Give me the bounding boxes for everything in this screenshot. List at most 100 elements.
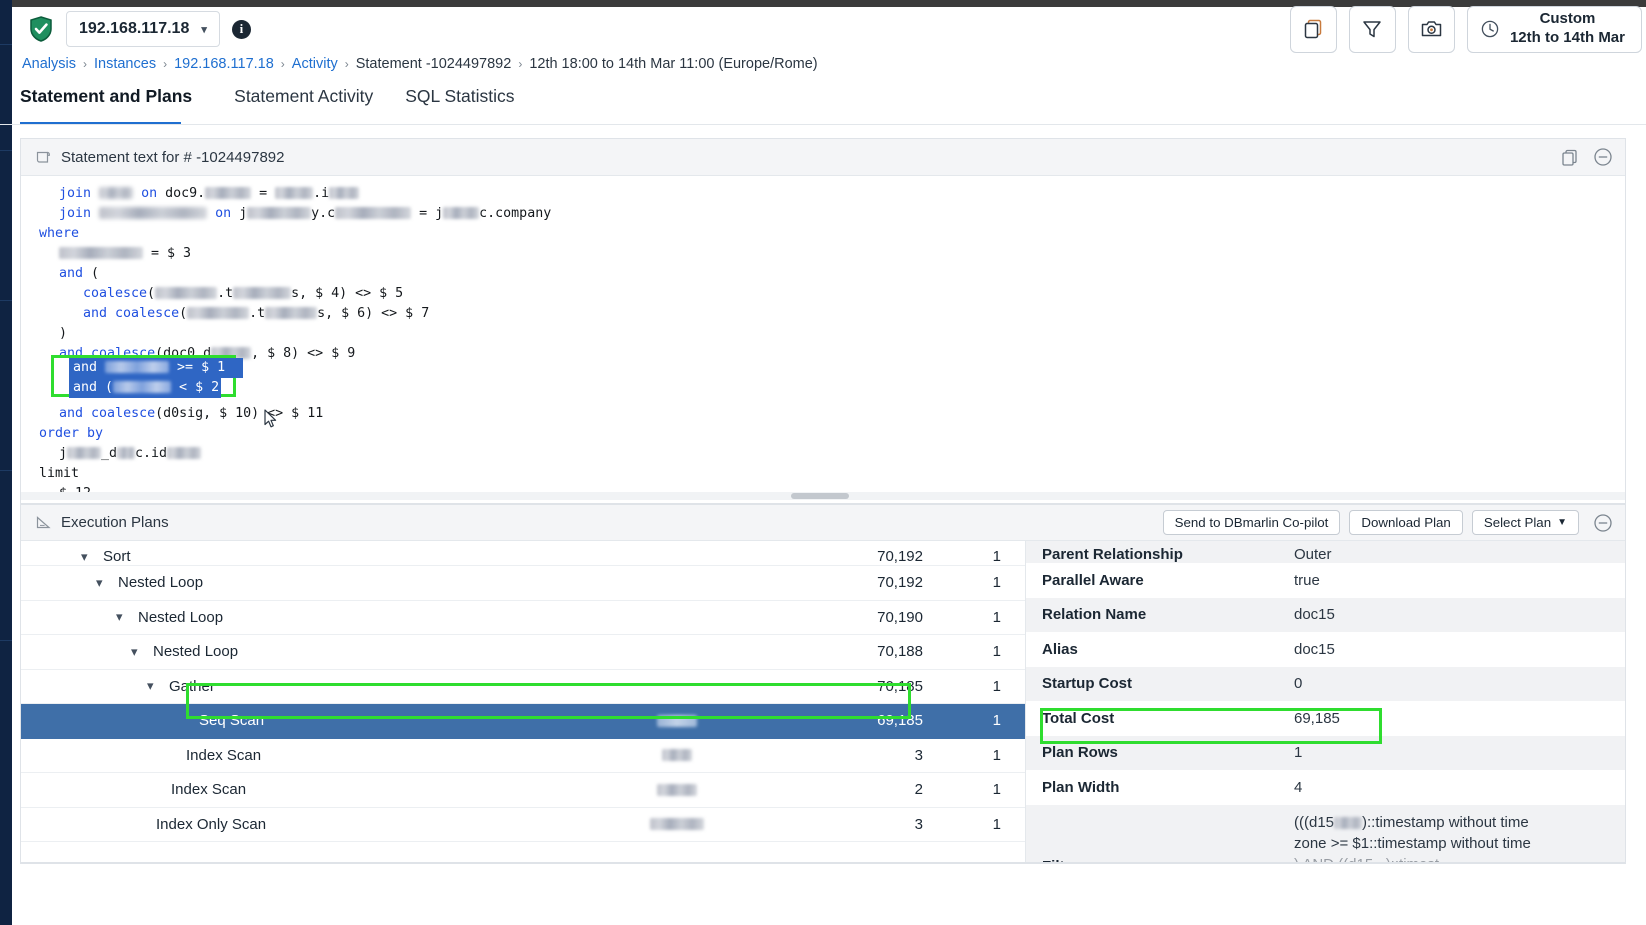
filter-button[interactable]	[1348, 5, 1396, 53]
detail-value: doc15	[1294, 606, 1335, 624]
plan-rows: 1	[992, 781, 1001, 799]
statement-copy-button[interactable]	[1557, 145, 1581, 169]
chevron-down-icon[interactable]: ▾	[147, 678, 161, 694]
chevron-down-icon[interactable]: ▾	[116, 609, 130, 625]
plan-cost: 2	[914, 781, 923, 799]
chevron-down-icon[interactable]: ▾	[96, 575, 110, 591]
sql-line: limit	[39, 466, 80, 481]
plan-tree[interactable]: ▾ Sort 70,192 1 ▾ Nested Loop 70,192 1 ▾	[21, 541, 1026, 862]
app-nav-rail[interactable]	[0, 0, 12, 925]
detail-row: Relation Name doc15	[1026, 597, 1625, 632]
detail-value: 1	[1294, 744, 1303, 762]
tab-statement-activity[interactable]: Statement Activity	[218, 86, 389, 118]
plan-rows: 1	[992, 574, 1001, 592]
copy-button[interactable]	[1289, 5, 1337, 53]
breadcrumb-item-host[interactable]: 192.168.117.18	[174, 56, 274, 72]
detail-key: Plan Width	[1042, 778, 1120, 796]
table-row[interactable]: ▾ Sort 70,192 1	[21, 541, 1025, 566]
detail-key: Plan Rows	[1042, 744, 1118, 762]
execution-plans-header: Execution Plans Send to DBmarlin Co-pilo…	[21, 505, 1625, 541]
detail-row: Startup Cost 0	[1026, 666, 1625, 701]
detail-value: 4	[1294, 778, 1303, 796]
select-plan-button[interactable]: Select Plan ▼	[1471, 510, 1579, 535]
plans-collapse-button[interactable]	[1593, 513, 1613, 533]
plan-object	[577, 749, 777, 762]
chevron-down-icon[interactable]: ▾	[131, 644, 145, 660]
tab-sql-statistics[interactable]: SQL Statistics	[389, 86, 530, 118]
sql-horizontal-scrollbar[interactable]	[21, 492, 1625, 500]
sql-selected-line-2[interactable]: and ( < $ 2	[69, 378, 222, 398]
breadcrumb-item-analysis[interactable]: Analysis	[22, 56, 76, 72]
table-row[interactable]: ▾ Nested Loop 70,190 1	[21, 601, 1025, 635]
detail-value: 0	[1294, 675, 1303, 693]
plan-rows: 1	[992, 746, 1001, 764]
panel-bottom-edge	[20, 862, 1626, 864]
breadcrumb-separator-icon: ›	[83, 57, 87, 71]
tabs-divider	[0, 124, 1646, 125]
plan-cost: 70,188	[877, 643, 923, 661]
statement-collapse-button[interactable]	[1591, 145, 1615, 169]
table-row[interactable]: ▾ Nested Loop 70,188 1	[21, 635, 1025, 670]
sql-line: )	[59, 326, 68, 341]
plan-node-label: Nested Loop	[153, 643, 239, 661]
tab-statement-and-plans[interactable]: Statement and Plans	[20, 86, 208, 118]
sql-selected-line-1[interactable]: and >= $ 1	[69, 358, 244, 378]
download-plan-button[interactable]: Download Plan	[1349, 510, 1463, 535]
breadcrumb-item-activity[interactable]: Activity	[292, 56, 338, 72]
plan-node-label: Nested Loop	[118, 574, 204, 592]
clock-icon	[1480, 19, 1500, 39]
detail-value: true	[1294, 571, 1320, 589]
info-icon[interactable]: i	[231, 19, 251, 39]
sql-line: and (	[59, 266, 100, 281]
table-row[interactable]: Index Only Scan 3 1	[21, 808, 1025, 842]
breadcrumb-item-instances[interactable]: Instances	[94, 56, 156, 72]
table-row-selected[interactable]: Seq Scan 69,185 1	[21, 704, 1025, 739]
detail-row-filter: Filter (((d15)::timestamp without time z…	[1026, 804, 1625, 862]
sql-scrollbar-thumb[interactable]	[791, 493, 849, 499]
camera-icon	[1420, 18, 1443, 40]
table-row[interactable]: Index Scan 2 1	[21, 773, 1025, 808]
main-tabs: Statement and Plans Statement Activity S…	[20, 86, 1646, 126]
plan-cost: 70,185	[877, 677, 923, 695]
plan-node-label: Gather	[169, 677, 215, 695]
mouse-cursor-icon	[264, 409, 277, 429]
plan-node-label: Nested Loop	[138, 608, 224, 626]
table-row[interactable]: ▾ Gather 70,185 1	[21, 670, 1025, 704]
plan-node-label: Seq Scan	[199, 712, 265, 730]
detail-key: Parent Relationship	[1042, 546, 1183, 563]
sql-line: j _d c.id	[21, 444, 1625, 464]
browser-top-strip	[12, 0, 1646, 7]
chevron-down-icon: ▾	[201, 23, 207, 36]
plan-rows: 1	[992, 712, 1001, 730]
table-row[interactable]: Index Scan 3 1	[21, 739, 1025, 773]
time-range-selector[interactable]: Custom 12th to 14th Mar	[1466, 5, 1642, 53]
plan-node-label: Index Only Scan	[156, 815, 267, 833]
sql-text-area[interactable]: join on doc9. = .i join on j y.c = j c.com…	[21, 176, 1625, 500]
detail-key: Parallel Aware	[1042, 571, 1144, 589]
detail-row: Alias doc15	[1026, 632, 1625, 667]
statement-icon	[35, 149, 52, 166]
table-row[interactable]: ▾ Nested Loop 70,192 1	[21, 566, 1025, 601]
detail-row-total-cost: Total Cost 69,185	[1026, 701, 1625, 736]
breadcrumb-separator-icon: ›	[344, 57, 349, 71]
sql-line-selected-placeholder	[21, 364, 1625, 384]
sql-line: = $ 3	[21, 244, 1625, 264]
snapshot-button[interactable]	[1407, 5, 1455, 53]
execution-plans-title: Execution Plans	[61, 514, 169, 531]
execution-plans-panel: Execution Plans Send to DBmarlin Co-pilo…	[20, 504, 1626, 863]
send-to-copilot-button[interactable]: Send to DBmarlin Co-pilot	[1162, 510, 1341, 535]
sql-line: join on doc9. = .i	[21, 184, 1625, 204]
chevron-down-icon[interactable]: ▾	[81, 549, 95, 565]
app-header: 192.168.117.18 ▾ i Custom 12th to 14th M…	[20, 5, 1646, 53]
plan-node-details[interactable]: Parent Relationship Outer Parallel Aware…	[1026, 541, 1625, 862]
plan-node-label: Index Scan	[171, 781, 247, 799]
plan-rows: 1	[992, 815, 1001, 833]
shield-check-icon	[28, 15, 54, 43]
sql-line: and coalesce(doc0.d, $ 8) <> $ 9	[59, 346, 356, 361]
detail-row: Plan Rows 1	[1026, 735, 1625, 770]
plan-cost: 70,192	[877, 574, 923, 592]
breadcrumb-item-timerange: 12th 18:00 to 14th Mar 11:00 (Europe/Rom…	[529, 56, 818, 72]
time-range-line2: 12th to 14th Mar	[1509, 29, 1625, 46]
plan-node-label: Index Scan	[186, 746, 262, 764]
host-selector[interactable]: 192.168.117.18 ▾	[66, 11, 220, 47]
